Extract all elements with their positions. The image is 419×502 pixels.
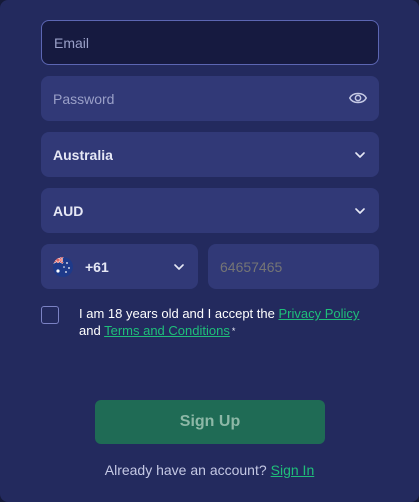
chevron-down-icon: [174, 263, 184, 270]
sign-up-button[interactable]: Sign Up: [95, 400, 325, 444]
footer: Already have an account? Sign In: [0, 462, 419, 478]
privacy-policy-link[interactable]: Privacy Policy: [278, 306, 359, 321]
email-field[interactable]: [41, 20, 379, 65]
consent-checkbox[interactable]: [41, 306, 59, 324]
australia-flag-icon: [53, 256, 73, 277]
phone-code-value: +61: [85, 258, 109, 275]
currency-value: AUD: [53, 202, 84, 219]
phone-number-field[interactable]: [208, 244, 379, 289]
required-mark: *: [231, 326, 236, 337]
consent-text: I am 18 years old and I accept the Priva…: [79, 305, 379, 340]
chevron-down-icon: [355, 207, 365, 214]
eye-icon[interactable]: [349, 90, 367, 106]
email-input[interactable]: [42, 21, 378, 64]
signup-card: Australia AUD +61 I: [0, 0, 419, 502]
sign-in-link[interactable]: Sign In: [271, 462, 315, 478]
footer-text: Already have an account?: [104, 462, 267, 478]
country-value: Australia: [53, 146, 113, 163]
phone-code-select[interactable]: +61: [41, 244, 198, 289]
terms-link[interactable]: Terms and Conditions: [104, 323, 230, 338]
country-select[interactable]: Australia: [41, 132, 379, 177]
chevron-down-icon: [355, 151, 365, 158]
password-field[interactable]: [41, 76, 379, 121]
currency-select[interactable]: AUD: [41, 188, 379, 233]
password-input[interactable]: [41, 76, 379, 121]
consent-text-before: I am 18 years old and I accept the: [79, 306, 275, 321]
phone-number-input[interactable]: [208, 244, 379, 289]
consent-text-and: and: [79, 323, 101, 338]
